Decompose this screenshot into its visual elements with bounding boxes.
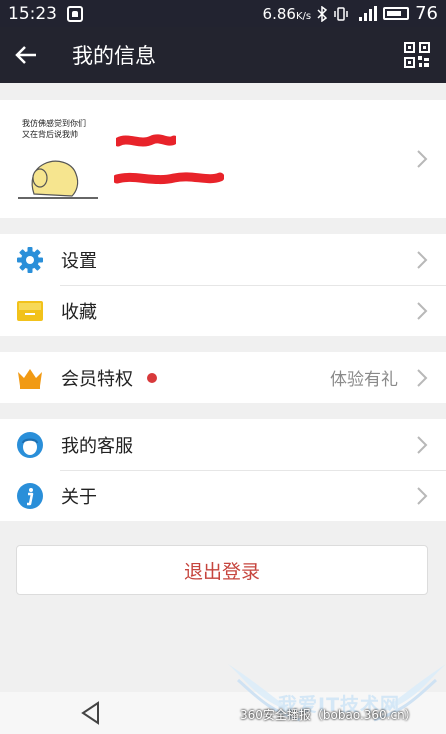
notification-dot (147, 373, 157, 383)
menu-item-vip[interactable]: 会员特权 体验有礼 (0, 352, 446, 403)
avatar: 我仿佛感觉到你们 又在背后说我帅 (16, 112, 100, 200)
bluetooth-icon (317, 5, 328, 22)
customer-service-icon (16, 431, 44, 459)
watermark-source: 360安全播报（bobao.360.cn） (240, 708, 417, 722)
vibrate-icon (334, 6, 348, 21)
menu-item-about[interactable]: 关于 (0, 470, 446, 521)
qr-code-button[interactable] (404, 42, 430, 68)
profile-card[interactable]: 我仿佛感觉到你们 又在背后说我帅 (0, 100, 446, 218)
menu-section-support: 我的客服 关于 (0, 419, 446, 521)
menu-item-label: 会员特权 (61, 368, 133, 390)
avatar-image (18, 160, 98, 199)
chevron-right-icon (417, 487, 428, 505)
chevron-right-icon (417, 150, 428, 168)
back-button[interactable] (0, 27, 52, 83)
userid-redaction (114, 172, 224, 185)
crown-icon (16, 364, 44, 392)
vip-promo-text: 体验有礼 (330, 370, 398, 390)
menu-item-favorites[interactable]: 收藏 (0, 285, 446, 336)
menu-section-vip: 会员特权 体验有礼 (0, 352, 446, 403)
status-right: 6.86K/s 76 (263, 3, 438, 24)
chevron-right-icon (417, 302, 428, 320)
status-time: 15:23 (8, 3, 57, 24)
nav-back-icon[interactable] (78, 700, 104, 726)
menu-item-customer-service[interactable]: 我的客服 (0, 419, 446, 470)
status-bar: 15:23 6.86K/s 76 (0, 0, 446, 27)
menu-item-label: 我的客服 (61, 435, 133, 457)
gear-icon (16, 246, 44, 274)
battery-icon (383, 7, 410, 20)
menu-item-label: 关于 (61, 486, 97, 508)
battery-level: 76 (415, 3, 438, 24)
menu-item-label: 收藏 (61, 301, 97, 323)
username-redaction (116, 134, 176, 147)
qr-code-icon (404, 42, 430, 68)
chevron-right-icon (417, 436, 428, 454)
menu-item-settings[interactable]: 设置 (0, 234, 446, 285)
app-header: 我的信息 (0, 27, 446, 83)
chevron-right-icon (417, 369, 428, 387)
chevron-right-icon (417, 251, 428, 269)
menu-section-general: 设置 收藏 (0, 234, 446, 336)
page-title: 我的信息 (72, 44, 156, 68)
info-icon (16, 482, 44, 510)
logout-button[interactable]: 退出登录 (16, 545, 428, 595)
notification-icon (67, 5, 83, 22)
network-speed: 6.86K/s (262, 4, 312, 23)
menu-item-label: 设置 (61, 250, 97, 272)
signal-icon (359, 5, 378, 21)
inbox-tray-icon (16, 297, 44, 325)
arrow-left-icon (15, 46, 36, 64)
